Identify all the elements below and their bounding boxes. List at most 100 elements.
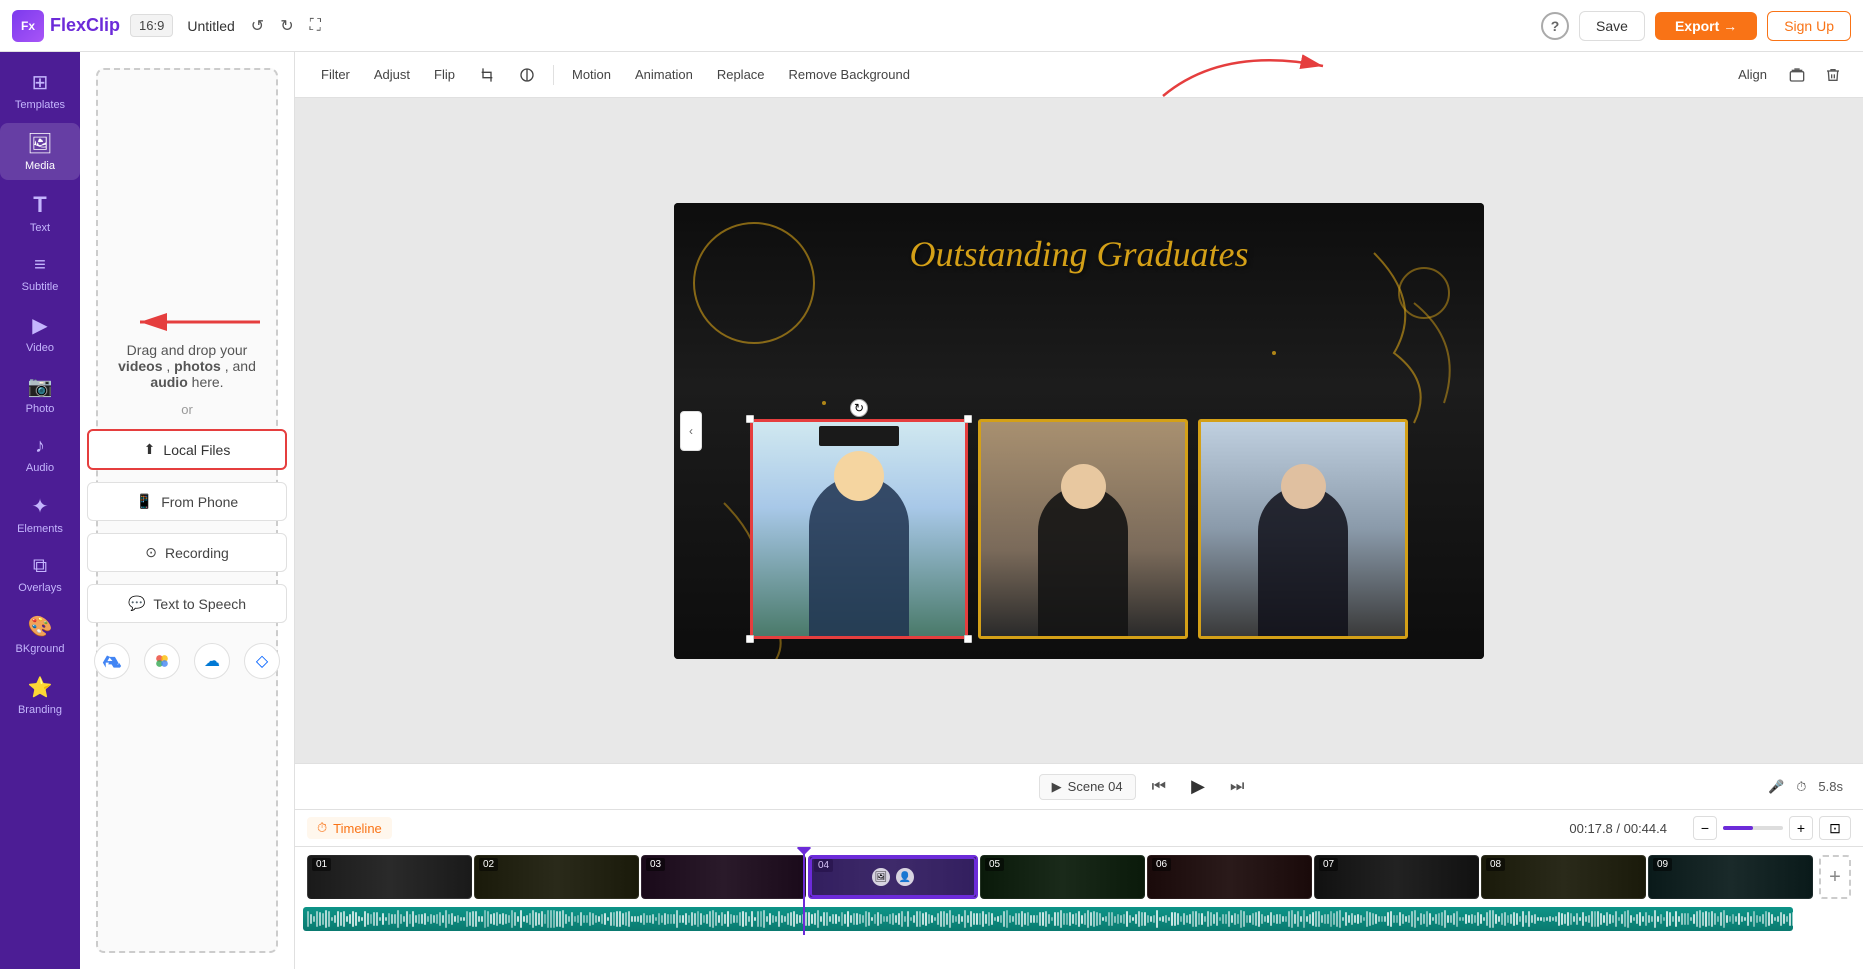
google-drive-icon[interactable] bbox=[94, 643, 130, 679]
sidebar-item-subtitle[interactable]: ≡ Subtitle bbox=[0, 246, 80, 301]
animation-button[interactable]: Animation bbox=[625, 61, 703, 88]
local-files-button[interactable]: ⬆ Local Files bbox=[87, 429, 287, 470]
audio-waveform: // Waveform bars will be generated bbox=[303, 907, 1793, 931]
export-button[interactable]: Export → bbox=[1655, 12, 1757, 40]
zoom-in-button[interactable]: + bbox=[1789, 816, 1813, 840]
sidebar-item-media[interactable]: 🖼 Media bbox=[0, 123, 80, 180]
timeline-label: ⏱ Timeline bbox=[307, 817, 392, 839]
templates-icon: ⊞ bbox=[32, 70, 49, 95]
flip-button[interactable]: Flip bbox=[424, 61, 465, 88]
toolbar-separator-1 bbox=[553, 65, 554, 85]
selection-handle-tr bbox=[964, 415, 972, 423]
media-drop-area[interactable]: Drag and drop your videos , photos , and… bbox=[96, 68, 278, 953]
clip-02-number: 02 bbox=[479, 858, 498, 871]
clip-07-number: 07 bbox=[1319, 858, 1338, 871]
sidebar-item-overlays[interactable]: ⧉ Overlays bbox=[0, 547, 80, 602]
add-scene-button[interactable]: + bbox=[1819, 855, 1851, 899]
play-button[interactable]: ▶ bbox=[1182, 771, 1214, 803]
zoom-out-button[interactable]: − bbox=[1693, 816, 1717, 840]
photo-icon: 📷 bbox=[28, 374, 53, 399]
redo-button[interactable]: ↻ bbox=[274, 12, 299, 40]
rotate-handle[interactable]: ↻ bbox=[850, 399, 868, 417]
sidebar-item-video[interactable]: ▶ Video bbox=[0, 305, 80, 362]
text-to-speech-button[interactable]: 💬 Text to Speech bbox=[87, 584, 287, 623]
google-photos-icon[interactable] bbox=[144, 643, 180, 679]
align-button[interactable]: Align bbox=[1730, 63, 1775, 86]
mic-icon[interactable]: 🎤 bbox=[1768, 779, 1784, 795]
clip-03-number: 03 bbox=[646, 858, 665, 871]
sidebar-item-bkground[interactable]: 🎨 BKground bbox=[0, 606, 80, 663]
help-button[interactable]: ? bbox=[1541, 12, 1569, 40]
timeline-area: ⏱ Timeline 00:17.8 / 00:44.4 − + ⊡ bbox=[295, 809, 1863, 969]
audio-icon: ♪ bbox=[35, 435, 45, 458]
playback-right: 🎤 ⏱ 5.8s bbox=[1768, 779, 1843, 795]
sidebar-item-templates[interactable]: ⊞ Templates bbox=[0, 62, 80, 119]
sidebar-item-label-templates: Templates bbox=[15, 99, 65, 111]
timeline-clip-08[interactable]: 08 bbox=[1481, 855, 1646, 899]
timeline-clip-09[interactable]: 09 bbox=[1648, 855, 1813, 899]
sidebar-item-label-video: Video bbox=[26, 342, 54, 354]
zoom-slider[interactable] bbox=[1723, 826, 1783, 830]
text-to-speech-label: Text to Speech bbox=[153, 596, 246, 612]
timeline-clip-03[interactable]: 03 bbox=[641, 855, 806, 899]
clip-04-thumb-icon: 🖼 bbox=[872, 868, 890, 886]
delete-button[interactable] bbox=[1819, 63, 1847, 87]
collapse-panel-button[interactable]: ‹ bbox=[680, 411, 702, 451]
sidebar-item-label-text: Text bbox=[30, 222, 50, 234]
crop-button[interactable] bbox=[469, 61, 505, 89]
timeline-header: ⏱ Timeline 00:17.8 / 00:44.4 − + ⊡ bbox=[295, 810, 1863, 847]
timeline-clip-02[interactable]: 02 bbox=[474, 855, 639, 899]
canvas-photo-3[interactable] bbox=[1198, 419, 1408, 639]
filter-button[interactable]: Filter bbox=[311, 61, 360, 88]
canvas-photo-1[interactable]: ↻ bbox=[750, 419, 968, 639]
layers-button[interactable] bbox=[1783, 63, 1811, 87]
audio-track[interactable]: // Waveform bars will be generated bbox=[303, 907, 1793, 931]
motion-button[interactable]: Motion bbox=[562, 61, 621, 88]
scene-label: Scene 04 bbox=[1068, 779, 1123, 794]
sidebar-item-text[interactable]: T Text bbox=[0, 184, 80, 242]
onedrive-icon[interactable]: ☁ bbox=[194, 643, 230, 679]
canvas-photo-2[interactable] bbox=[978, 419, 1188, 639]
selection-handle-br bbox=[964, 635, 972, 643]
sidebar-item-photo[interactable]: 📷 Photo bbox=[0, 366, 80, 423]
save-button[interactable]: Save bbox=[1579, 11, 1645, 41]
playback-bar: ▶ Scene 04 ⏮ ▶ ⏭ 🎤 ⏱ 5.8s bbox=[295, 763, 1863, 809]
from-phone-button[interactable]: 📱 From Phone bbox=[87, 482, 287, 521]
preview-canvas: Outstanding Graduates bbox=[674, 203, 1484, 659]
fullscreen-button[interactable]: ⛶ bbox=[304, 12, 327, 40]
replace-button[interactable]: Replace bbox=[707, 61, 775, 88]
blend-button[interactable] bbox=[509, 61, 545, 89]
timeline-clip-06[interactable]: 06 bbox=[1147, 855, 1312, 899]
timeline-clip-05[interactable]: 05 bbox=[980, 855, 1145, 899]
scene-badge[interactable]: ▶ Scene 04 bbox=[1039, 774, 1136, 800]
timeline-timestamp: 00:17.8 / 00:44.4 bbox=[1569, 821, 1667, 836]
sidebar-item-audio[interactable]: ♪ Audio bbox=[0, 427, 80, 482]
project-title[interactable]: Untitled bbox=[187, 18, 234, 34]
selection-handle-tl bbox=[746, 415, 754, 423]
timeline-clip-07[interactable]: 07 bbox=[1314, 855, 1479, 899]
signup-button[interactable]: Sign Up bbox=[1767, 11, 1851, 41]
timeline-scroll[interactable]: 01 02 03 bbox=[295, 847, 1863, 969]
clip-04-overlay: 🖼 👤 bbox=[810, 857, 976, 897]
remove-bg-button[interactable]: Remove Background bbox=[779, 61, 920, 88]
sidebar-item-elements[interactable]: ✦ Elements bbox=[0, 486, 80, 543]
app-logo: Fx FlexClip bbox=[12, 10, 120, 42]
media-icon: 🖼 bbox=[27, 131, 52, 156]
adjust-button[interactable]: Adjust bbox=[364, 61, 420, 88]
sidebar-item-label-overlays: Overlays bbox=[18, 582, 61, 594]
skip-forward-button[interactable]: ⏭ bbox=[1230, 778, 1244, 796]
sidebar-item-branding[interactable]: ⭐ Branding bbox=[0, 667, 80, 724]
recording-button[interactable]: ⊙ Recording bbox=[87, 533, 287, 572]
skip-back-button[interactable]: ⏮ bbox=[1152, 778, 1166, 796]
left-sidebar: ⊞ Templates 🖼 Media T Text ≡ Subtitle ▶ … bbox=[0, 52, 80, 969]
overlays-icon: ⧉ bbox=[33, 555, 47, 578]
fit-timeline-button[interactable]: ⊡ bbox=[1819, 816, 1851, 840]
toolbar-strip: Filter Adjust Flip Motion Animation Repl… bbox=[295, 52, 1863, 98]
local-files-label: Local Files bbox=[163, 442, 230, 458]
aspect-ratio-badge[interactable]: 16:9 bbox=[130, 14, 173, 37]
undo-button[interactable]: ↺ bbox=[245, 12, 270, 40]
dropbox-icon[interactable]: ◇ bbox=[244, 643, 280, 679]
sidebar-item-label-subtitle: Subtitle bbox=[22, 281, 59, 293]
timeline-clip-01[interactable]: 01 bbox=[307, 855, 472, 899]
timeline-clip-04[interactable]: 04 🖼 👤 bbox=[808, 855, 978, 899]
